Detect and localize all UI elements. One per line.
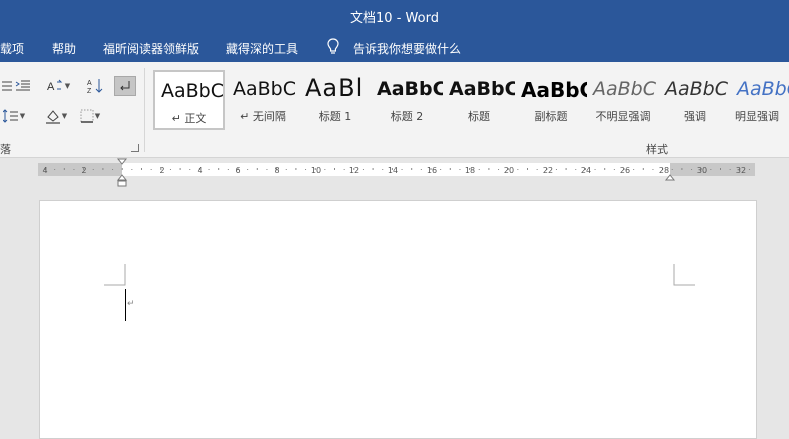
svg-text:Z: Z xyxy=(87,88,92,94)
tab-hidden-tools[interactable]: 藏得深的工具 xyxy=(226,40,298,57)
ruler-label: 26 xyxy=(620,166,630,175)
show-formatting-icon[interactable] xyxy=(114,76,136,96)
text-cursor xyxy=(125,289,126,321)
style-title[interactable]: AaBbC 标题 xyxy=(443,70,515,130)
margin-corner-top-right xyxy=(673,264,695,286)
ruler-label: 2 xyxy=(81,166,86,175)
ruler-label: 30 xyxy=(697,166,707,175)
style-normal[interactable]: AaBbC ↵ 正文 xyxy=(153,70,225,130)
style-heading-1[interactable]: AaBl 标题 1 xyxy=(299,70,371,130)
styles-gallery: AaBbC ↵ 正文 AaBbC ↵ 无间隔 AaBl 标题 1 AaBbC 标… xyxy=(153,70,789,130)
line-spacing-icon[interactable]: ▼ xyxy=(0,106,28,126)
style-emphasis[interactable]: AaBbC 强调 xyxy=(659,70,731,130)
left-indent-marker xyxy=(117,180,127,187)
tab-help[interactable]: 帮助 xyxy=(52,40,76,57)
style-heading-2[interactable]: AaBbC 标题 2 xyxy=(371,70,443,130)
horizontal-ruler: 4 2 2 4 6 8 10 12 14 16 18 20 22 24 26 2… xyxy=(0,158,789,200)
tab-foxit-reader[interactable]: 福昕阅读器领鲜版 xyxy=(103,40,199,57)
window-title: 文档10 - Word xyxy=(350,11,439,26)
ribbon-tab-bar: 载项 帮助 福昕阅读器领鲜版 藏得深的工具 告诉我你想要做什么 xyxy=(0,32,789,62)
style-subtitle[interactable]: AaBbC 副标题 xyxy=(515,70,587,130)
ruler-label: 24 xyxy=(581,166,591,175)
ruler-label: 18 xyxy=(465,166,475,175)
ruler-label: 32 xyxy=(736,166,746,175)
ruler-label: 22 xyxy=(543,166,553,175)
svg-text:A: A xyxy=(47,81,55,93)
document-page[interactable]: ↵ xyxy=(39,200,757,439)
svg-text:A: A xyxy=(87,80,92,87)
style-subtle-emphasis[interactable]: AaBbC 不明显强调 xyxy=(587,70,659,130)
ruler-label: 8 xyxy=(274,166,279,175)
paragraph-mark: ↵ xyxy=(127,299,135,309)
ruler-label: 4 xyxy=(42,166,47,175)
tell-me-search[interactable]: 告诉我你想要做什么 xyxy=(353,40,461,57)
group-divider xyxy=(144,68,145,152)
ruler-label: 14 xyxy=(388,166,398,175)
lightbulb-icon[interactable] xyxy=(327,38,339,56)
paragraph-group-label: 落 xyxy=(0,143,11,156)
ruler-scale[interactable]: 4 2 2 4 6 8 10 12 14 16 18 20 22 24 26 2… xyxy=(0,158,789,200)
sort-icon[interactable]: AZ xyxy=(84,76,106,96)
ruler-label: 6 xyxy=(235,166,240,175)
ruler-label: 10 xyxy=(311,166,321,175)
margin-corner-top-left xyxy=(104,264,126,286)
title-bar: 文档10 - Word xyxy=(0,0,789,32)
borders-icon[interactable]: ▼ xyxy=(76,106,104,126)
style-intense-emphasis[interactable]: AaBbC 明显强调 xyxy=(731,70,789,130)
tab-addins[interactable]: 载项 xyxy=(0,40,24,57)
ruler-label: 2 xyxy=(159,166,164,175)
ruler-label: 16 xyxy=(427,166,437,175)
ribbon: A ▼ AZ ▼ ▼ ▼ 落 AaBbC ↵ 正文 AaBbC ↵ 无间隔 Aa… xyxy=(0,62,789,158)
ruler-label: 12 xyxy=(349,166,359,175)
ruler-label: 28 xyxy=(659,166,669,175)
increase-indent-icon[interactable] xyxy=(12,76,34,96)
paragraph-dialog-launcher[interactable] xyxy=(131,144,139,152)
text-direction-icon[interactable]: A ▼ xyxy=(44,76,72,96)
ruler-label: 20 xyxy=(504,166,514,175)
styles-group-label: 样式 xyxy=(646,143,668,156)
style-no-spacing[interactable]: AaBbC ↵ 无间隔 xyxy=(227,70,299,130)
ruler-label: 4 xyxy=(197,166,202,175)
shading-icon[interactable]: ▼ xyxy=(42,106,70,126)
